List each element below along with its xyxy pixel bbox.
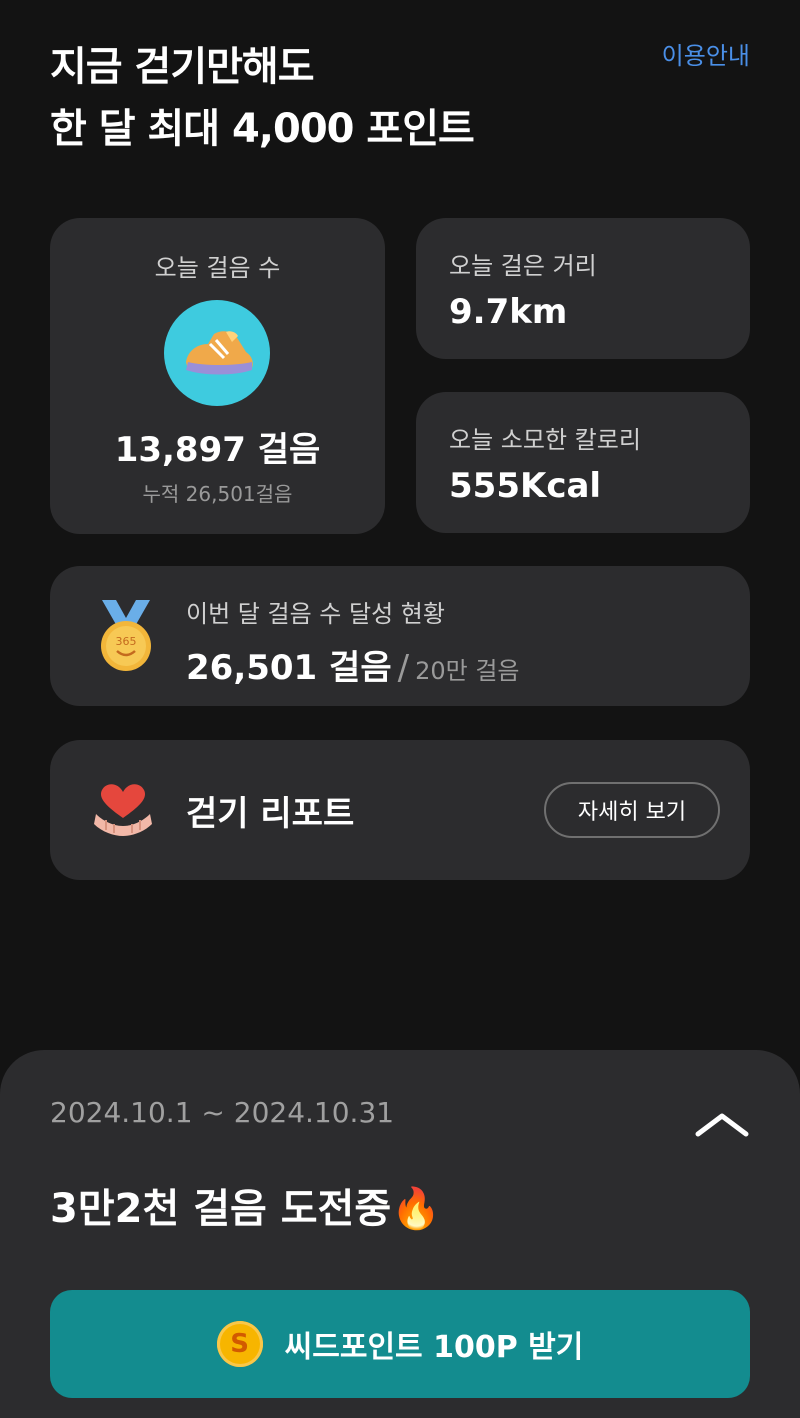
challenge-bottom-sheet: 2024.10.1 ~ 2024.10.31 3만2천 걸음 도전중🔥 S 씨드… — [0, 1050, 800, 1418]
distance-label: 오늘 걸은 거리 — [449, 252, 597, 280]
heart-hands-icon — [92, 780, 154, 838]
claim-points-label: 씨드포인트 100P 받기 — [284, 1330, 584, 1365]
walking-report-card[interactable]: 걷기 리포트 자세히 보기 — [50, 740, 750, 880]
view-details-button[interactable]: 자세히 보기 — [544, 782, 720, 838]
calories-card: 오늘 소모한 칼로리 555Kcal — [416, 392, 750, 533]
cumulative-steps: 누적 26,501걸음 — [142, 482, 293, 506]
challenge-title: 3만2천 걸음 도전중🔥 — [50, 1186, 441, 1232]
today-steps-value: 13,897 걸음 — [114, 430, 321, 470]
distance-value: 9.7km — [449, 292, 568, 332]
today-steps-label: 오늘 걸음 수 — [154, 254, 281, 282]
monthly-progress-card: 365 이번 달 걸음 수 달성 현황 26,501 걸음/20만 걸음 — [50, 566, 750, 706]
svg-text:365: 365 — [116, 635, 137, 648]
monthly-goal-steps: 20만 걸음 — [415, 657, 520, 685]
challenge-period: 2024.10.1 ~ 2024.10.31 — [50, 1096, 395, 1129]
calories-value: 555Kcal — [449, 466, 602, 506]
title-line-1: 지금 걷기만해도 — [50, 44, 315, 90]
monthly-progress-value: 26,501 걸음/20만 걸음 — [186, 640, 520, 689]
medal-icon: 365 — [94, 600, 158, 672]
title-line-2: 한 달 최대 4,000 포인트 — [50, 106, 475, 152]
today-steps-card: 오늘 걸음 수 13,897 걸음 누적 26,501걸음 — [50, 218, 385, 534]
calories-label: 오늘 소모한 칼로리 — [449, 426, 641, 454]
guide-link[interactable]: 이용안내 — [662, 36, 750, 71]
claim-points-button[interactable]: S 씨드포인트 100P 받기 — [50, 1290, 750, 1398]
monthly-current-steps: 26,501 걸음 — [186, 648, 392, 688]
monthly-separator: / — [397, 648, 410, 688]
chevron-up-icon[interactable] — [694, 1110, 750, 1140]
page-title: 지금 걷기만해도 한 달 최대 4,000 포인트 — [50, 36, 475, 160]
walking-report-title: 걷기 리포트 — [186, 794, 355, 834]
monthly-progress-label: 이번 달 걸음 수 달성 현황 — [186, 600, 445, 628]
sneaker-icon — [164, 300, 270, 406]
distance-card: 오늘 걸은 거리 9.7km — [416, 218, 750, 359]
seed-point-coin-icon: S — [216, 1321, 263, 1367]
